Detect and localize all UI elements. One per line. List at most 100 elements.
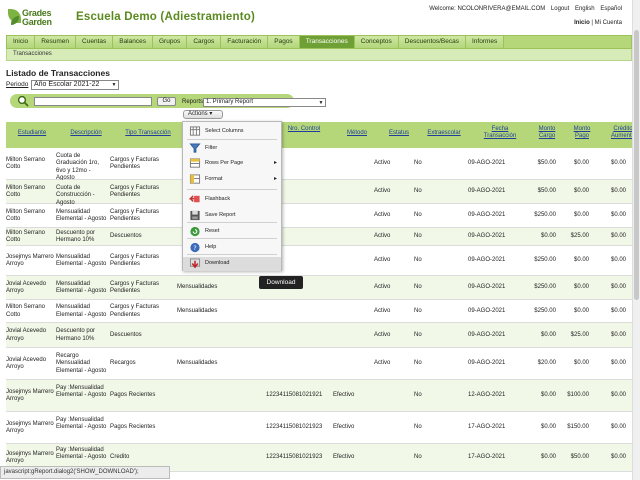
tab-cargos[interactable]: Cargos xyxy=(187,36,222,48)
cell-tipo: Descuentos xyxy=(110,233,142,240)
cell-cat: Mensualidades xyxy=(177,360,218,367)
cell-estat: Activo xyxy=(374,284,391,291)
menu-item-select-columns[interactable]: Select Columns xyxy=(183,125,281,139)
cell-est: Milton Serrano Cotto xyxy=(6,184,46,199)
table-header: Estudiante Descripción Tipo Transacción Nro… xyxy=(6,122,635,148)
table-row[interactable]: Milton Serrano Cotto Cuota de Graduación … xyxy=(6,148,632,181)
cell-est: Jovial Acevedo Arroyo xyxy=(6,356,47,371)
cell-desc: Mensualidad Elemental - Agosto xyxy=(56,304,107,318)
cell-est: Jovial Acevedo Arroyo xyxy=(6,328,47,342)
menu-item-save-report[interactable]: Save Report xyxy=(183,209,281,223)
table-row[interactable]: Jovial Acevedo Arroyo Recargo Mensualidad… xyxy=(6,348,632,380)
go-button[interactable]: Go xyxy=(157,97,176,106)
table-row[interactable]: Jovial Acevedo Arroyo Descuento por Herma… xyxy=(6,323,632,348)
tab-grupos[interactable]: Grupos xyxy=(152,36,188,48)
mi-cuenta-link[interactable]: Mi Cuenta xyxy=(595,20,622,26)
flashback-icon xyxy=(189,195,200,203)
tab-pagos[interactable]: Pagos xyxy=(268,36,300,48)
tab-transacciones[interactable]: Transacciones xyxy=(299,36,355,48)
cell-fecha: 09-AGO-2021 xyxy=(468,160,506,167)
menu-item-label: Select Columns xyxy=(205,128,244,134)
status-bar: javascript:gReport.dialog2('SHOW_DOWNLOA… xyxy=(0,466,170,479)
table-row[interactable]: Milton Serrano Cotto Descuento por Herman… xyxy=(6,228,632,246)
tab-balances[interactable]: Balances xyxy=(113,36,153,48)
column-header-7[interactable]: Fecha Transacción xyxy=(480,126,520,140)
table-row[interactable]: Milton Serrano Cotto Cuota de Construcció… xyxy=(6,180,632,206)
cell-cred: $0.00 xyxy=(610,392,626,399)
tab-conceptos[interactable]: Conceptos xyxy=(354,36,399,48)
menu-item-rows-per-page[interactable]: Rows Per Page ▸ xyxy=(183,157,281,171)
cell-est: Milton Serrano Cotto xyxy=(6,156,46,171)
column-header-9[interactable]: Monto Pago xyxy=(570,126,594,140)
menu-separator xyxy=(187,238,277,239)
actions-menu: Select Columns Filter Rows Per Page ▸ Format… xyxy=(182,121,282,271)
cell-pago: $0.00 xyxy=(573,160,589,167)
user-info: Welcome: NCOLONRIVERA@EMAIL.COM Logout E… xyxy=(425,6,622,12)
actions-button[interactable]: Actions ▾ xyxy=(183,110,223,119)
column-header-5[interactable]: Estatus xyxy=(384,130,414,137)
cell-ctrl: 12234115081021923 xyxy=(266,454,323,461)
column-header-0[interactable]: Estudiante xyxy=(10,130,54,137)
periodo-label: Periodo xyxy=(6,81,29,88)
cell-fecha: 09-AGO-2021 xyxy=(468,307,506,314)
cell-cred: $0.00 xyxy=(610,160,626,167)
table-row[interactable]: Milton Serrano Cotto Mensualidad Elementa… xyxy=(6,204,632,228)
cell-extra: No xyxy=(414,160,422,167)
link-separator: | xyxy=(591,20,593,26)
table-row[interactable]: Josejmys Marrero Arroyo Mensualidad Eleme… xyxy=(6,246,632,276)
tab-informes[interactable]: Informes xyxy=(466,36,505,48)
cell-met: Efectivo xyxy=(333,392,355,399)
vertical-scrollbar[interactable] xyxy=(632,0,640,480)
cell-cargo: $0.00 xyxy=(540,331,556,338)
rows-per-page-icon xyxy=(189,158,201,168)
reports-select[interactable]: 1. Primary Report ▼ xyxy=(203,98,326,107)
column-header-2[interactable]: Tipo Transacción xyxy=(118,130,178,137)
filter-icon xyxy=(189,143,201,153)
table-row[interactable]: Milton Serrano Cotto Mensualidad Elementa… xyxy=(6,300,632,323)
cell-pago: $150.00 xyxy=(567,424,589,431)
cell-pago: $0.00 xyxy=(573,188,589,195)
table-row[interactable]: Jovial Acevedo Arroyo Mensualidad Element… xyxy=(6,276,632,300)
subnav-transacciones[interactable]: Transacciones xyxy=(13,49,52,60)
cell-estat: Activo xyxy=(374,160,391,167)
cell-desc: Pay :Mensualidad Elemental - Agosto xyxy=(56,384,107,399)
table-row[interactable]: Josejmys Marrero Arroyo Pay :Mensualidad … xyxy=(6,380,632,412)
english-link[interactable]: English xyxy=(575,6,595,12)
cell-estat: Activo xyxy=(374,257,391,264)
column-header-6[interactable]: Extraescolar xyxy=(422,130,466,137)
search-input[interactable] xyxy=(34,97,152,106)
menu-item-flashback[interactable]: Flashback xyxy=(183,193,281,207)
espanol-link[interactable]: Español xyxy=(600,6,622,12)
logout-link[interactable]: Logout xyxy=(551,6,569,12)
periodo-select[interactable]: Año Escolar 2021-22 ▼ xyxy=(31,80,119,90)
scroll-thumb[interactable] xyxy=(634,30,639,300)
table-row[interactable]: Josejmys Marrero Arroyo Pay :Mensualidad … xyxy=(6,412,632,444)
tab-facturaci-n[interactable]: Facturación xyxy=(221,36,269,48)
menu-item-reset[interactable]: Reset xyxy=(183,225,281,239)
tab-resumen[interactable]: Resumen xyxy=(35,36,77,48)
tab-descuentos-becas[interactable]: Descuentos/Becas xyxy=(398,36,466,48)
inicio-link[interactable]: Inicio xyxy=(574,20,590,26)
menu-separator xyxy=(187,139,277,140)
column-header-4[interactable]: Método xyxy=(340,130,374,137)
menu-item-download[interactable]: Download xyxy=(183,257,281,271)
tab-cuentas[interactable]: Cuentas xyxy=(76,36,114,48)
cell-cred: $0.00 xyxy=(610,233,626,240)
menu-item-filter[interactable]: Filter xyxy=(183,142,281,156)
cell-desc: Mensualidad Elemental - Agosto xyxy=(56,253,107,268)
cell-cred: $0.00 xyxy=(610,331,626,338)
column-header-8[interactable]: Monto Cargo xyxy=(534,126,560,140)
cell-est: Josejmys Marrero Arroyo xyxy=(6,420,54,435)
column-header-1[interactable]: Descripción xyxy=(64,130,108,137)
cell-cargo: $20.00 xyxy=(537,360,556,367)
menu-item-format[interactable]: Format ▸ xyxy=(183,173,281,187)
search-icon[interactable] xyxy=(17,95,29,107)
cell-est: Josejmys Marrero Arroyo xyxy=(6,253,54,268)
grades-garden-logo[interactable]: Grades Garden xyxy=(8,9,68,29)
cell-fecha: 09-AGO-2021 xyxy=(468,257,506,264)
column-header-3[interactable]: Nro. Control xyxy=(286,126,322,133)
menu-item-label: Filter xyxy=(205,145,218,151)
menu-item-help[interactable]: ? Help xyxy=(183,241,281,255)
tab-inicio[interactable]: Inicio xyxy=(7,36,36,48)
save-report-icon xyxy=(190,210,200,221)
